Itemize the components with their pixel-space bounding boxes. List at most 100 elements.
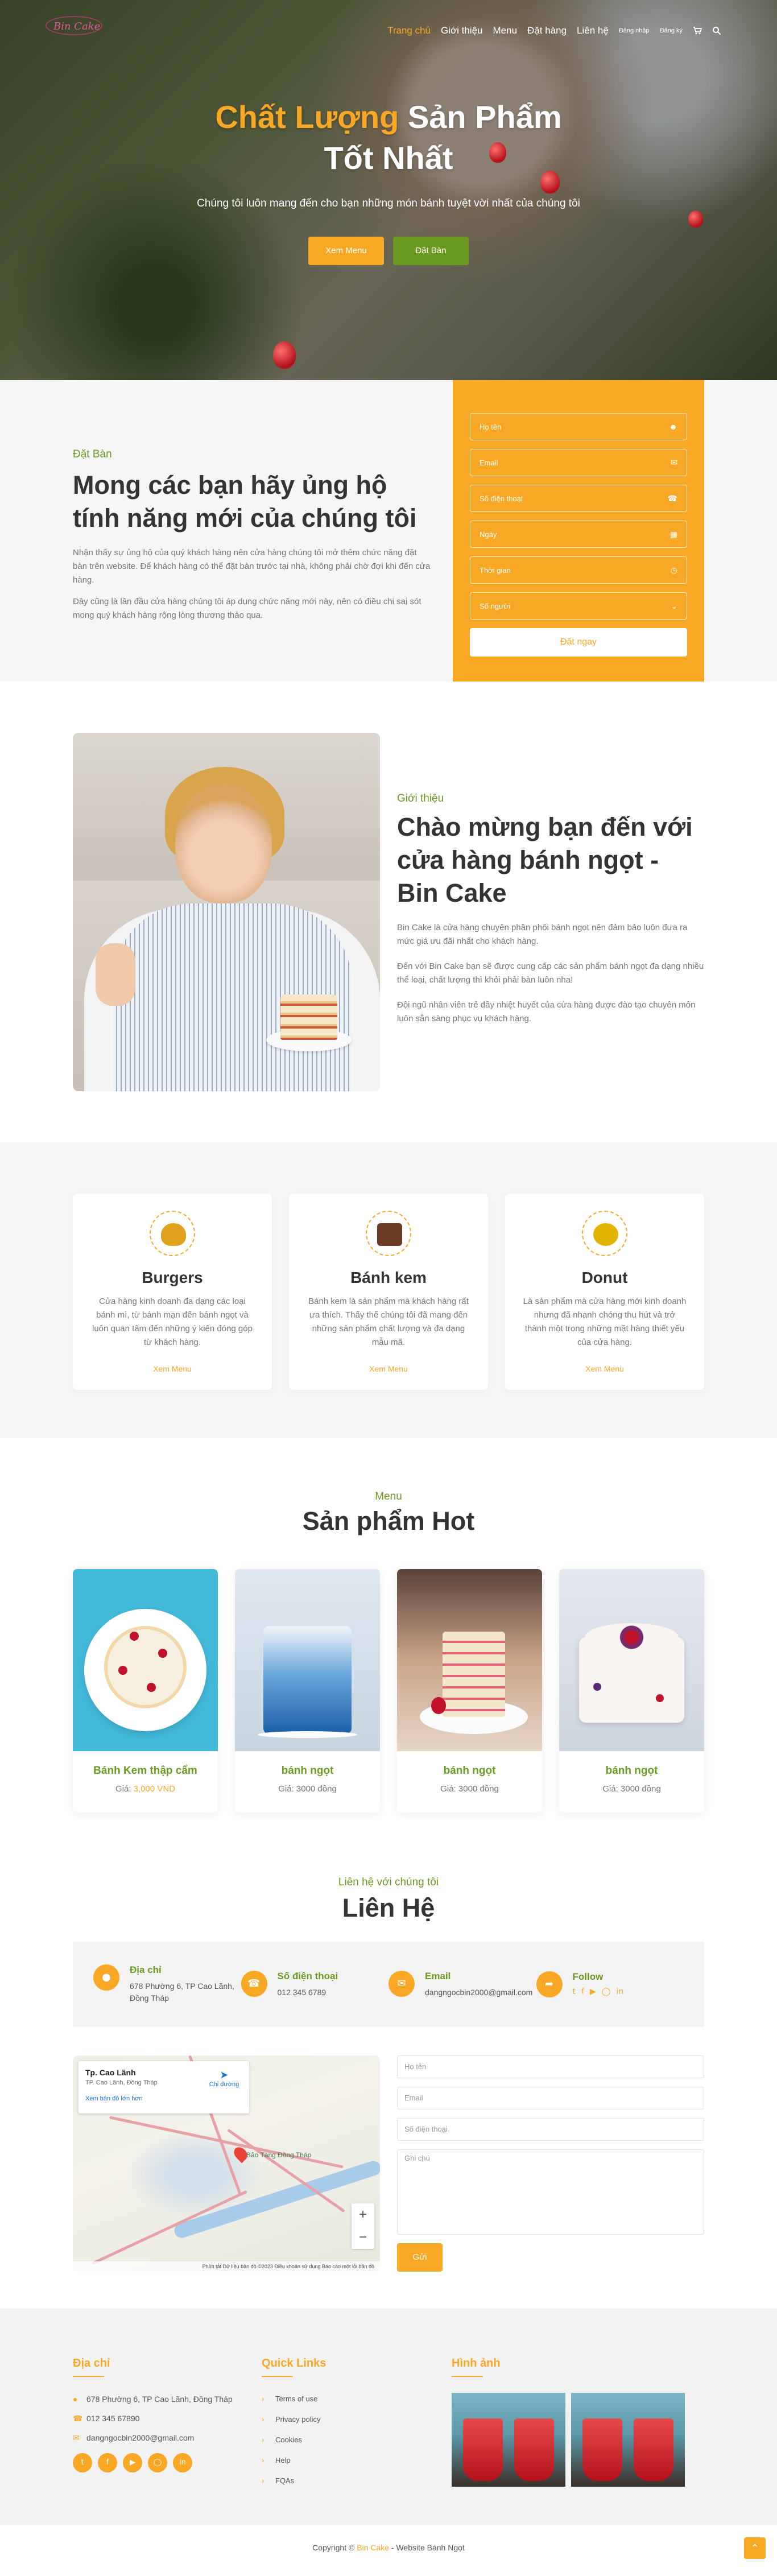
info-address: ● Địa chỉ 678 Phường 6, TP Cao Lãnh, Đồng…: [93, 1964, 241, 2004]
product-card[interactable]: bánh ngọt Giá: 3000 đồng: [235, 1569, 380, 1813]
facebook-icon[interactable]: f: [98, 2453, 117, 2472]
product-card[interactable]: Bánh Kem thập cẩm Giá: 3,000 VND: [73, 1569, 218, 1813]
nav-order[interactable]: Đặt hàng: [527, 25, 567, 36]
phone-field[interactable]: Số điện thoại ☎: [470, 485, 687, 512]
book-table-button[interactable]: Đặt Bàn: [393, 237, 469, 265]
guests-select[interactable]: Số người ⌄: [470, 592, 687, 620]
price-label: Giá:: [440, 1784, 456, 1794]
map-attribution: Phím tắt Dữ liệu bản đồ ©2023 Điều khoản…: [73, 2261, 380, 2272]
nav-menu[interactable]: Menu: [493, 25, 518, 36]
booking-paragraph: Đây cũng là lần đầu cửa hàng chúng tôi á…: [73, 597, 421, 620]
footer-links-col: Quick Links › Terms of use › Privacy polic…: [262, 2357, 404, 2495]
directions-link[interactable]: ➤ Chỉ đường: [207, 2069, 241, 2088]
gallery-image[interactable]: [452, 2393, 565, 2487]
social-links: t f ▶ ◯ in: [573, 1987, 624, 1996]
user-icon: ☻: [669, 422, 677, 431]
strawberry-decoration: [273, 341, 296, 369]
youtube-icon[interactable]: ▶: [590, 1987, 596, 1996]
about-paragraph: Đến với Bin Cake bạn sẽ được cung cấp cá…: [397, 961, 704, 985]
footer-link[interactable]: › Help: [262, 2454, 404, 2467]
zoom-in-button[interactable]: +: [352, 2203, 374, 2226]
share-icon: ➦: [536, 1971, 563, 1997]
product-card[interactable]: bánh ngọt Giá: 3000 đồng: [559, 1569, 704, 1813]
linkedin-icon[interactable]: in: [616, 1987, 623, 1996]
info-value: 678 Phường 6, TP Cao Lãnh, Đồng Tháp: [130, 1981, 234, 2003]
nav-about[interactable]: Giới thiệu: [441, 25, 483, 36]
email-field[interactable]: Email ✉: [470, 449, 687, 476]
clock-icon: ◷: [670, 565, 677, 575]
footer-link[interactable]: › Privacy policy: [262, 2413, 404, 2426]
name-field[interactable]: Họ tên ☻: [470, 413, 687, 440]
hero-buttons: Xem Menu Đặt Bàn: [0, 237, 777, 265]
nav-register[interactable]: Đăng ký: [660, 27, 683, 34]
view-menu-button[interactable]: Xem Menu: [308, 237, 384, 265]
service-card-burgers: Burgers Cửa hàng kinh doanh đa dạng các …: [73, 1194, 272, 1390]
copyright-brand-link[interactable]: Bin Cake: [357, 2543, 389, 2552]
time-field-placeholder: Thời gian: [480, 565, 511, 575]
footer-link-label: Help: [275, 2456, 291, 2464]
contact-kicker: Liên hệ với chúng tôi: [338, 1876, 439, 1888]
contact-phone-input[interactable]: Số điện thoại: [397, 2118, 704, 2141]
products-section: Menu Sản phẩm Hot Bánh Kem thập cẩm Giá:…: [0, 1438, 777, 1851]
contact-note-textarea[interactable]: Ghi chú: [397, 2149, 704, 2235]
service-desc: Là sản phẩm mà cửa hàng mới kinh doanh n…: [523, 1297, 687, 1347]
send-button[interactable]: Gửi: [397, 2243, 443, 2272]
instagram-icon[interactable]: ◯: [148, 2453, 167, 2472]
footer-heading: Địa chỉ: [73, 2357, 110, 2369]
baker-photo: [73, 733, 380, 1091]
linkedin-icon[interactable]: in: [173, 2453, 192, 2472]
back-to-top-button[interactable]: ⌃: [744, 2537, 766, 2559]
product-price: Giá: 3000 đồng: [397, 1784, 542, 1794]
contact-name-input[interactable]: Họ tên: [397, 2055, 704, 2078]
instagram-icon[interactable]: ◯: [602, 1987, 611, 1996]
info-value: dangngocbin2000@gmail.com: [425, 1987, 533, 1997]
youtube-icon[interactable]: ▶: [123, 2453, 142, 2472]
view-menu-link[interactable]: Xem Menu: [153, 1364, 192, 1373]
service-title: Bánh kem: [350, 1269, 427, 1286]
info-title: Email: [425, 1970, 451, 1981]
view-menu-link[interactable]: Xem Menu: [585, 1364, 624, 1373]
chevron-right-icon: ›: [262, 2476, 264, 2485]
cart-icon[interactable]: [693, 26, 702, 35]
footer-email-text: dangngocbin2000@gmail.com: [86, 2433, 195, 2442]
chevron-right-icon: ›: [262, 2456, 264, 2464]
directions-label: Chỉ đường: [209, 2081, 239, 2088]
search-icon[interactable]: [712, 26, 721, 35]
site-logo[interactable]: Bin Cake: [46, 16, 102, 35]
footer-heading: Hình ảnh: [452, 2357, 501, 2369]
facebook-icon[interactable]: f: [581, 1987, 584, 1996]
nav-contact[interactable]: Liên hệ: [577, 25, 609, 36]
twitter-icon[interactable]: t: [73, 2453, 92, 2472]
google-map[interactable]: Bảo Tàng Đồng Tháp Tp. Cao Lãnh TP. Cao …: [73, 2055, 380, 2272]
info-title: Địa chỉ: [130, 1964, 162, 1975]
contact-info-bar: ● Địa chỉ 678 Phường 6, TP Cao Lãnh, Đồng…: [73, 1942, 704, 2027]
booking-section: Đặt Bàn Mong các bạn hãy ủng hộ tính năn…: [0, 380, 777, 682]
view-menu-link[interactable]: Xem Menu: [369, 1364, 408, 1373]
price-value: 3000 đồng: [458, 1784, 499, 1794]
time-field[interactable]: Thời gian ◷: [470, 556, 687, 584]
book-now-button[interactable]: Đặt ngay: [470, 628, 687, 657]
service-card-donut: Donut Là sản phẩm mà cửa hàng mới kinh d…: [505, 1194, 704, 1390]
product-price: Giá: 3,000 VND: [73, 1784, 218, 1794]
footer-link[interactable]: › Terms of use: [262, 2393, 404, 2405]
about-text: Giới thiệu Chào mừng bạn đến với cửa hàn…: [397, 792, 704, 1026]
date-field[interactable]: Ngày ▦: [470, 521, 687, 548]
services-section: Burgers Cửa hàng kinh doanh đa dạng các …: [0, 1142, 777, 1438]
zoom-out-button[interactable]: −: [352, 2226, 374, 2249]
nav-home[interactable]: Trang chủ: [387, 25, 431, 36]
product-card[interactable]: bánh ngọt Giá: 3000 đồng: [397, 1569, 542, 1813]
footer-link-label: FQAs: [275, 2476, 295, 2485]
nav-login[interactable]: Đăng nhập: [619, 27, 650, 34]
twitter-icon[interactable]: t: [573, 1987, 576, 1996]
about-title: Chào mừng bạn đến với cửa hàng bánh ngọt…: [397, 812, 693, 907]
gallery-image[interactable]: [571, 2393, 685, 2487]
footer-link[interactable]: › Cookies: [262, 2434, 404, 2446]
footer-link[interactable]: › FQAs: [262, 2475, 404, 2487]
products-kicker: Menu: [375, 1491, 402, 1502]
service-cards: Burgers Cửa hàng kinh doanh đa dạng các …: [73, 1194, 704, 1390]
footer-gallery-col: Hình ảnh: [452, 2357, 704, 2487]
contact-email-input[interactable]: Email: [397, 2087, 704, 2109]
directions-icon: ➤: [220, 2069, 229, 2080]
envelope-icon: ✉: [388, 1970, 415, 1997]
larger-map-link[interactable]: Xem bản đồ lớn hơn: [85, 2095, 242, 2102]
